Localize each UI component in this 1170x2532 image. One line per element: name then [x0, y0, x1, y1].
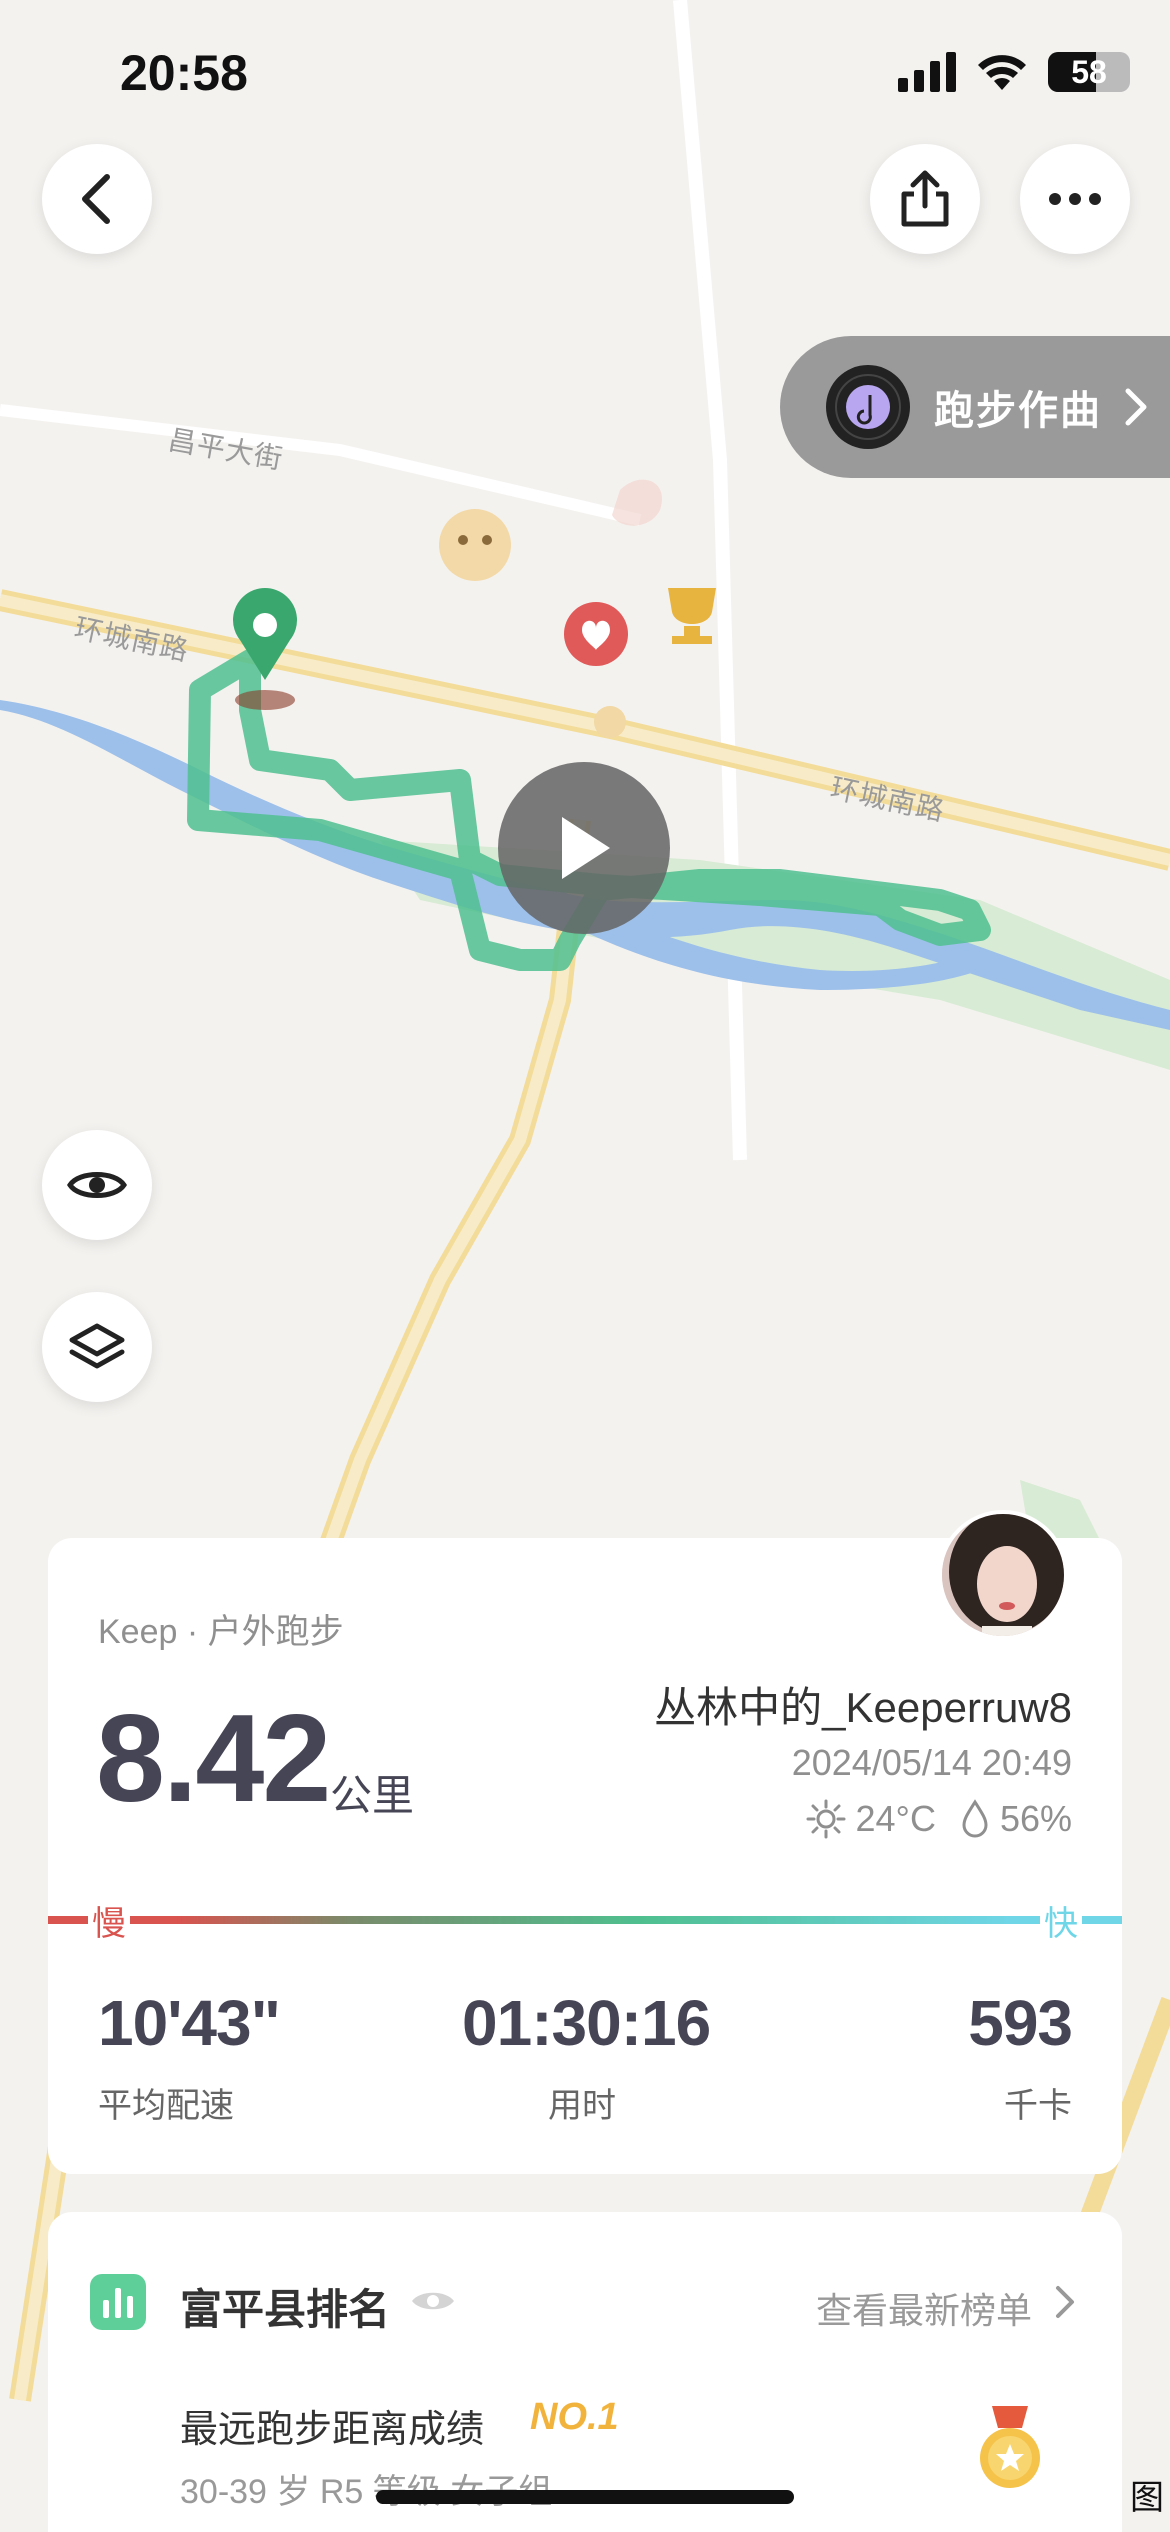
- pace-gradient-bar: [48, 1916, 1122, 1924]
- ranking-group: 30-39 岁 R5 等级 女子组: [180, 2473, 553, 2511]
- more-button[interactable]: [1020, 144, 1130, 254]
- county-ranking-card[interactable]: 富平县排名 查看最新榜单 最远跑步距离成绩 NO.1 30-39 岁 R5 等级…: [48, 2212, 1122, 2532]
- ranking-chart-icon: [90, 2274, 146, 2330]
- distance-unit: 公里: [330, 1772, 415, 1819]
- ranking-item-label: 最远跑步距离成绩: [180, 2409, 485, 2451]
- avatar[interactable]: [938, 1510, 1068, 1640]
- humidity: 56%: [999, 1798, 1072, 1839]
- user-photo: [942, 1514, 1064, 1636]
- view-latest-ranking-link[interactable]: 查看最新榜单: [816, 2282, 1032, 2334]
- more-dots-icon: [1049, 193, 1101, 205]
- layers-icon: [69, 1323, 125, 1369]
- eye-icon[interactable]: [410, 2286, 456, 2316]
- map-layers-button[interactable]: [42, 1292, 152, 1402]
- pace-slow-label: 慢: [88, 1896, 130, 1945]
- status-bar: 20:58 58: [0, 0, 1170, 150]
- status-icons: 58: [898, 52, 1130, 92]
- wifi-icon: [978, 55, 1026, 90]
- calories-value: 593: [968, 1987, 1073, 2059]
- home-indicator[interactable]: [376, 2490, 794, 2504]
- share-icon: [901, 170, 949, 227]
- duration-value: 01:30:16: [462, 1987, 711, 2059]
- eye-icon: [67, 1172, 127, 1198]
- battery-level: 58: [1071, 54, 1107, 90]
- chevron-left-icon: [82, 174, 110, 224]
- run-summary-card: Keep · 户外跑步 8.42 公里 丛林中的_Keeperruw8 2024…: [48, 1510, 1122, 2174]
- activity-source: Keep · 户外跑步: [98, 1613, 344, 1651]
- signal-icon: [898, 52, 956, 92]
- avg-pace-value: 10'43": [98, 1987, 281, 2059]
- ranking-position: NO.1: [530, 2396, 619, 2438]
- humidity-drop-icon: [962, 1799, 988, 1838]
- battery-icon: 58: [1048, 52, 1130, 92]
- temperature: 24°C: [855, 1798, 936, 1839]
- chevron-right-icon[interactable]: [1054, 2284, 1076, 2320]
- route-playback-button[interactable]: [498, 762, 670, 934]
- pace-fast-label: 快: [1040, 1896, 1082, 1945]
- vinyl-record-icon: [826, 365, 910, 449]
- share-button[interactable]: [870, 144, 980, 254]
- running-compose-button[interactable]: 跑步作曲: [780, 336, 1170, 478]
- ranking-title: 富平县排名: [180, 2286, 391, 2333]
- calories-label: 千卡: [1004, 2087, 1072, 2125]
- status-time: 20:58: [120, 45, 248, 101]
- run-datetime: 2024/05/14 20:49: [791, 1742, 1072, 1783]
- back-button[interactable]: [42, 144, 152, 254]
- avg-pace-label: 平均配速: [98, 2087, 234, 2125]
- user-name[interactable]: 丛林中的_Keeperruw8: [654, 1674, 1072, 1735]
- play-icon: [562, 817, 610, 879]
- distance-value: 8.42: [96, 1690, 331, 1828]
- chevron-right-icon: [1125, 388, 1147, 426]
- running-compose-label: 跑步作曲: [934, 389, 1102, 433]
- duration-label: 用时: [548, 2087, 616, 2125]
- weather-info: 24°C 56%: [806, 1798, 1072, 1840]
- corner-glyph: 图: [1130, 2479, 1164, 2517]
- sun-icon: [806, 1799, 845, 1839]
- medal-icon: [980, 2406, 1040, 2488]
- visibility-toggle-button[interactable]: [42, 1130, 152, 1240]
